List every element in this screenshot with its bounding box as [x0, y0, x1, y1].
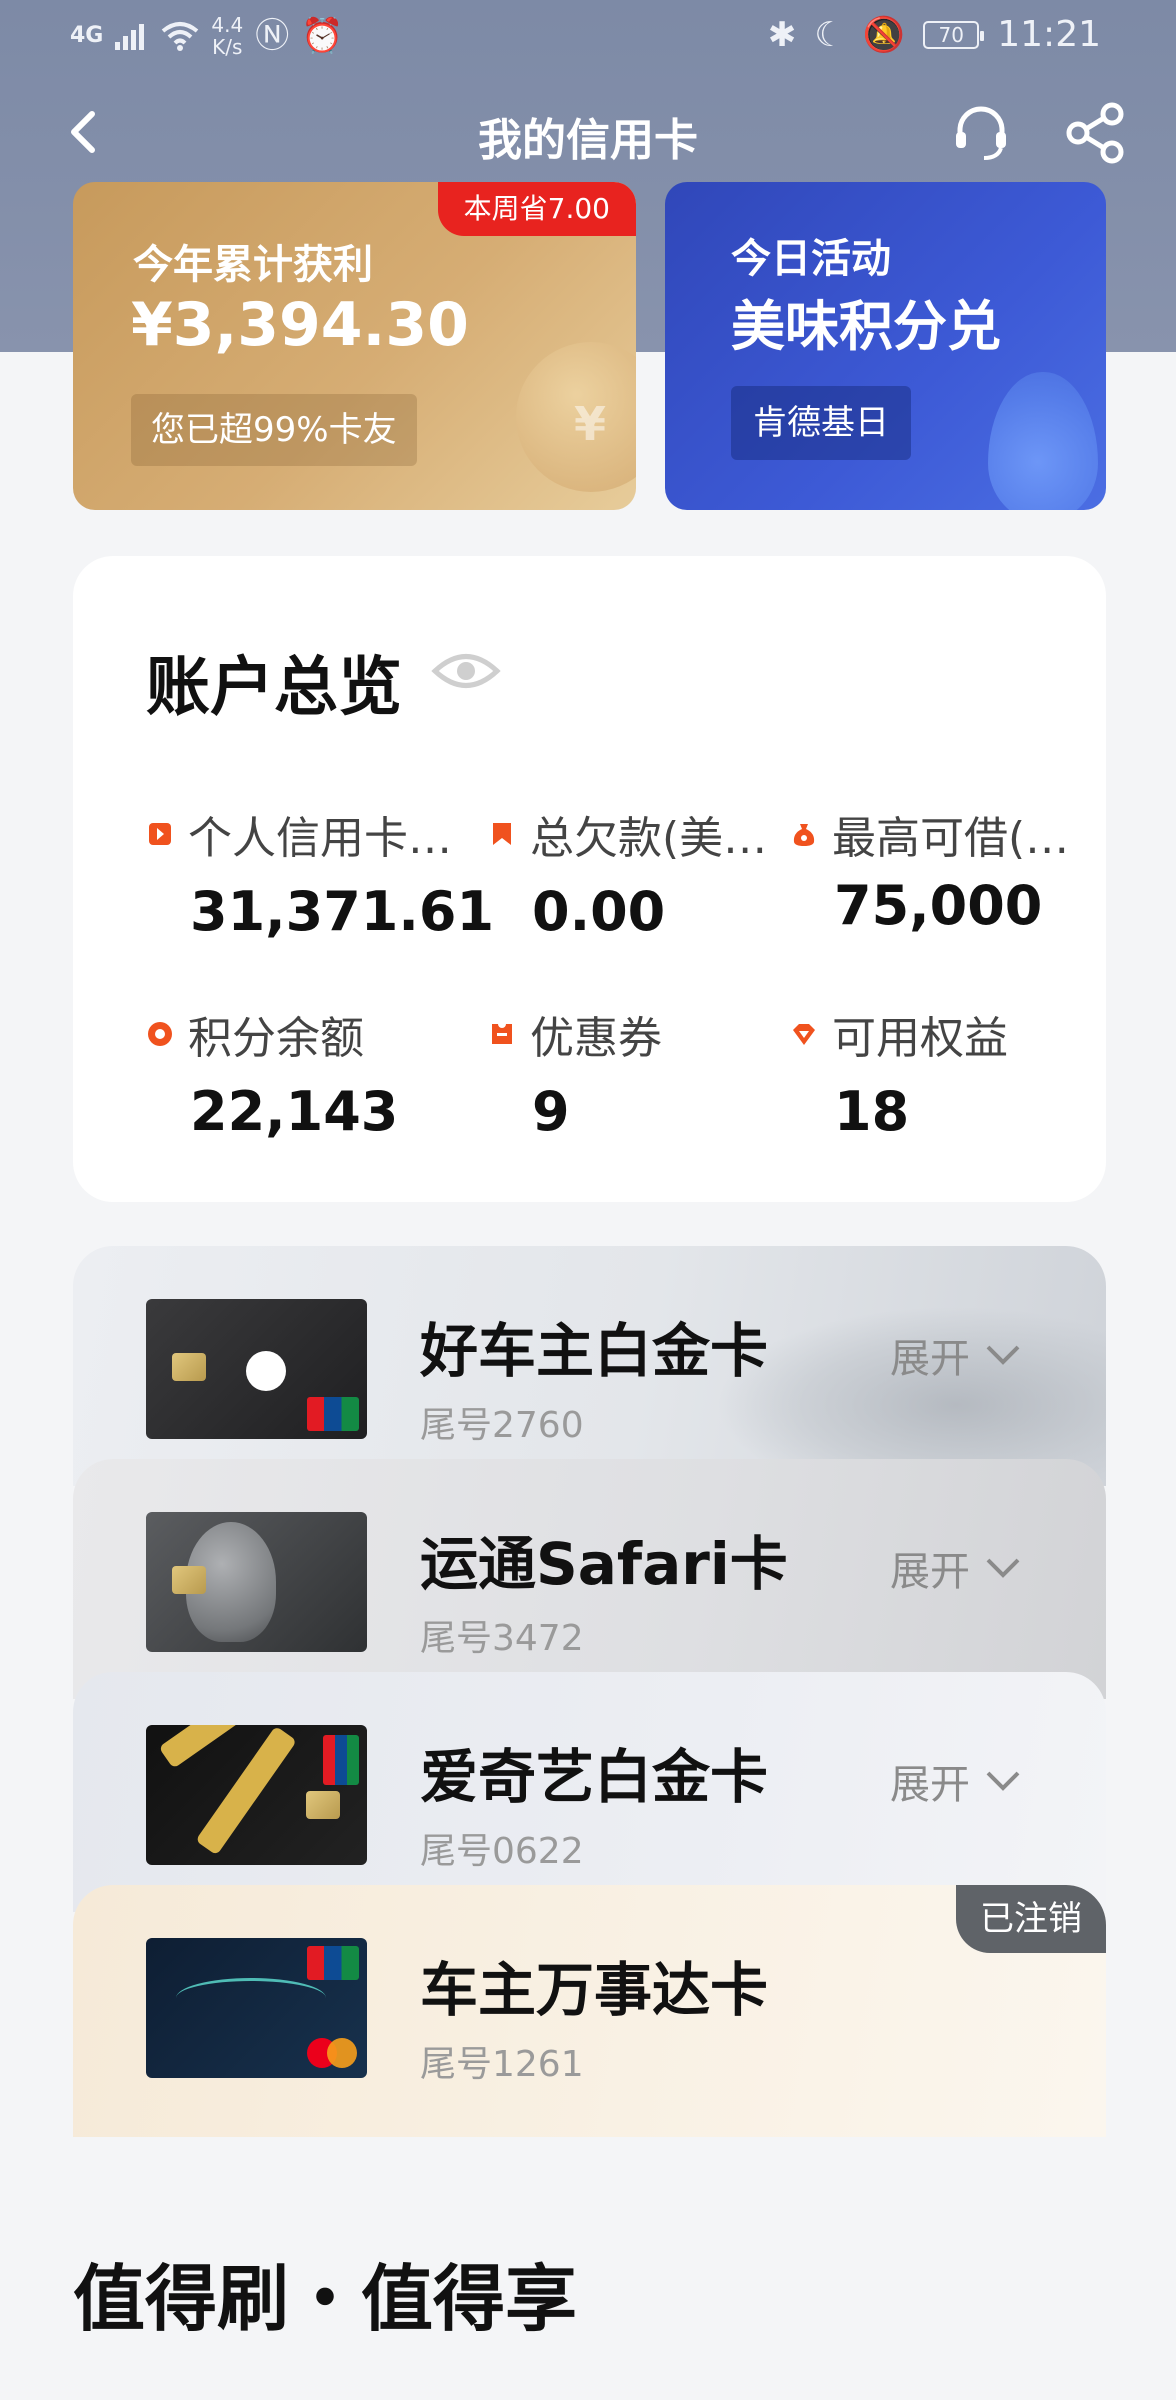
item-label: 最高可借(… — [832, 813, 1070, 864]
item-value: 9 — [532, 1080, 570, 1143]
credit-card-balance-item[interactable]: 个人信用卡… 31,371.61 — [146, 802, 495, 943]
status-left: 4G 4.4 K/s Ⓝ ⏰ — [70, 14, 344, 58]
chevron-down-icon — [986, 1345, 1020, 1365]
share-icon[interactable] — [1062, 100, 1128, 166]
item-label: 积分余额 — [188, 1013, 364, 1064]
credit-card-list: 好车主白金卡 尾号2760 展开 运通Safari卡 尾号3472 展开 爱奇艺… — [73, 1246, 1106, 2137]
gold-stroke-decoration — [195, 1725, 297, 1856]
card-image — [146, 1725, 367, 1865]
points-icon — [148, 1022, 172, 1046]
unionpay-logo-icon — [307, 1397, 359, 1431]
signal-icon — [115, 24, 145, 50]
profit-label: 今年累计获利 — [133, 242, 373, 288]
daily-activity-card[interactable]: 今日活动 美味积分兑 肯德基日 — [665, 182, 1106, 510]
benefits-item[interactable]: 可用权益 18 — [790, 1002, 1080, 1143]
card-row[interactable]: 运通Safari卡 尾号3472 展开 — [73, 1459, 1106, 1699]
profit-summary-card[interactable]: ¥ 本周省7.00 今年累计获利 ¥3,394.30 您已超99%卡友 — [73, 182, 636, 510]
activity-label: 今日活动 — [731, 236, 891, 282]
cancelled-badge: 已注销 — [956, 1885, 1106, 1953]
card-tail-number: 尾号1261 — [420, 2044, 584, 2085]
total-debt-item[interactable]: 总欠款(美… 0.00 — [488, 802, 778, 943]
item-value: 31,371.61 — [190, 880, 495, 943]
diamond-icon — [793, 1024, 815, 1045]
card-row[interactable]: 爱奇艺白金卡 尾号0622 展开 — [73, 1672, 1106, 1912]
card-name: 爱奇艺白金卡 — [420, 1743, 769, 1811]
expand-label: 展开 — [890, 1336, 970, 1382]
account-overview-card: 账户总览 个人信用卡… 31,371.61 总欠款(美… 0.00 最高可借(…… — [73, 556, 1106, 1202]
rank-pill: 您已超99%卡友 — [131, 394, 417, 466]
battery-icon: 70 — [923, 20, 985, 49]
status-bar: 4G 4.4 K/s Ⓝ ⏰ ✱ ☾ 🔕 70 11:21 — [0, 0, 1176, 72]
expand-label: 展开 — [890, 1762, 970, 1808]
card-tail-number: 尾号0622 — [420, 1831, 584, 1872]
flag-icon — [149, 823, 171, 845]
card-name: 车主万事达卡 — [420, 1956, 769, 2024]
item-label: 优惠券 — [530, 1013, 662, 1064]
wifi-icon — [162, 22, 199, 51]
card-row[interactable]: 已注销 车主万事达卡 尾号1261 — [73, 1885, 1106, 2137]
card-name: 好车主白金卡 — [420, 1317, 769, 1385]
chip-icon — [306, 1791, 340, 1819]
expand-button[interactable]: 展开 — [890, 1539, 1022, 1597]
item-value: 75,000 — [834, 874, 1043, 937]
coupon-item[interactable]: 优惠券 9 — [488, 1002, 778, 1143]
card-tail-number: 尾号3472 — [420, 1618, 584, 1659]
status-right: ✱ ☾ 🔕 70 11:21 — [768, 14, 1101, 55]
chip-icon — [172, 1566, 206, 1594]
activity-title: 美味积分兑 — [731, 295, 1001, 358]
card-image — [146, 1938, 367, 2078]
item-value: 18 — [834, 1080, 910, 1143]
mute-bell-icon: 🔕 — [862, 14, 906, 55]
bluetooth-icon: ✱ — [767, 14, 797, 55]
eye-icon[interactable] — [431, 646, 501, 696]
item-value: 0.00 — [532, 880, 666, 943]
nfc-icon: Ⓝ — [255, 16, 290, 56]
item-value: 22,143 — [190, 1080, 399, 1143]
item-label: 总欠款(美… — [530, 813, 768, 864]
max-borrow-item[interactable]: 最高可借(… 75,000 — [790, 802, 1080, 937]
expand-button[interactable]: 展开 — [890, 1752, 1022, 1810]
card-tail-number: 尾号2760 — [420, 1405, 584, 1446]
activity-pill: 肯德基日 — [731, 386, 911, 460]
alarm-icon: ⏰ — [301, 16, 344, 56]
item-label: 可用权益 — [832, 1013, 1008, 1064]
weekly-savings-badge: 本周省7.00 — [437, 182, 636, 236]
card-image — [146, 1299, 367, 1439]
chip-icon — [172, 1353, 206, 1381]
customer-service-icon[interactable] — [948, 100, 1014, 166]
unionpay-logo-icon — [307, 1946, 359, 1980]
status-time: 11:21 — [997, 14, 1101, 55]
network-type: 4G — [70, 23, 104, 48]
car-outline-decoration — [176, 1978, 326, 2018]
card-row[interactable]: 好车主白金卡 尾号2760 展开 — [73, 1246, 1106, 1486]
points-balance-item[interactable]: 积分余额 22,143 — [146, 1002, 436, 1143]
section-title: 值得刷・值得享 — [73, 2257, 578, 2341]
chevron-down-icon — [986, 1558, 1020, 1578]
money-bag-icon — [793, 824, 815, 846]
moon-icon: ☾ — [814, 14, 845, 55]
item-label: 个人信用卡… — [188, 813, 452, 864]
drop-decoration — [988, 372, 1098, 510]
nav-bar: 我的信用卡 — [0, 82, 1176, 182]
card-name: 运通Safari卡 — [420, 1530, 788, 1598]
bookmark-icon — [493, 823, 511, 845]
overview-title: 账户总览 — [146, 651, 402, 725]
expand-label: 展开 — [890, 1549, 970, 1595]
car-pin-icon — [246, 1351, 286, 1391]
profit-amount: ¥3,394.30 — [131, 290, 469, 360]
card-image — [146, 1512, 367, 1652]
network-speed: 4.4 K/s — [211, 13, 244, 59]
unionpay-logo-icon — [323, 1735, 359, 1785]
mastercard-logo-icon — [307, 2038, 357, 2068]
yuan-icon: ¥ — [573, 397, 606, 451]
expand-button[interactable]: 展开 — [890, 1326, 1022, 1384]
coupon-icon — [492, 1024, 512, 1044]
chevron-down-icon — [986, 1771, 1020, 1791]
